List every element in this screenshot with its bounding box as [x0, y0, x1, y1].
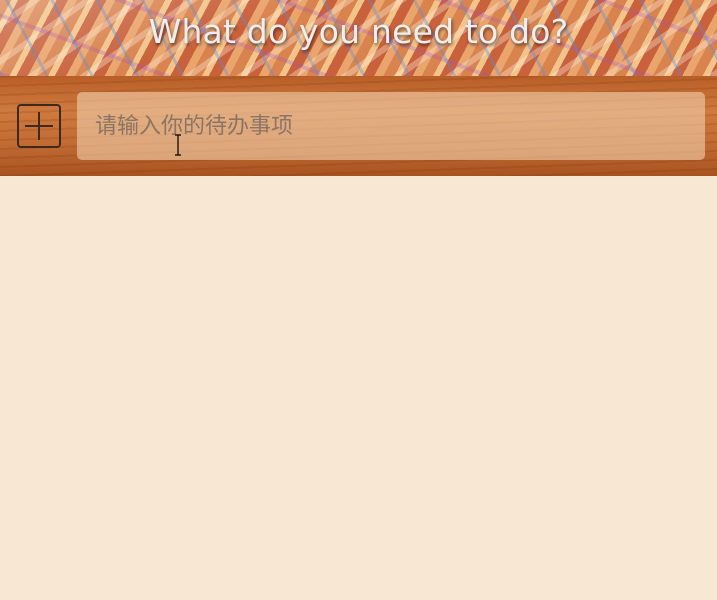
page-title: What do you need to do? — [148, 12, 569, 51]
add-todo-button[interactable] — [17, 104, 61, 148]
header-banner: What do you need to do? — [0, 0, 717, 76]
todo-list — [0, 176, 717, 600]
input-bar — [0, 76, 717, 176]
todo-app: What do you need to do? — [0, 0, 717, 600]
todo-input[interactable] — [77, 92, 705, 160]
